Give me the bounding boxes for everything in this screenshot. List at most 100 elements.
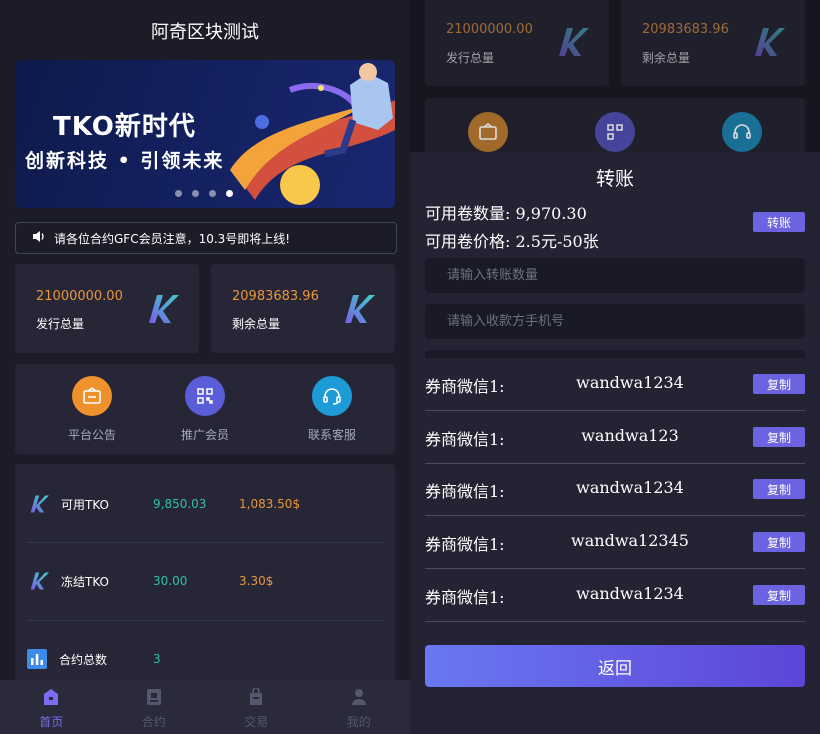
page-title: 阿奇区块测试 (151, 22, 259, 43)
copy-button[interactable]: 复制 (753, 427, 805, 447)
banner-dot[interactable] (175, 190, 182, 197)
transfer-button[interactable]: 转账 (753, 212, 805, 232)
wechat-label: 券商微信1: (425, 588, 505, 607)
price-value: 2.5元-50张 (515, 232, 599, 251)
wechat-id: wandwa123 (581, 426, 679, 445)
modal-title: 转账 (595, 168, 634, 190)
wechat-id: wandwa1234 (576, 373, 684, 392)
available-value: 9,970.30 (515, 204, 587, 223)
wechat-id: wandwa1234 (576, 584, 684, 603)
asset-amount: 30.00 (153, 574, 188, 588)
tko-logo-icon (30, 495, 49, 513)
available-price: 可用卷价格: 2.5元-50张 (425, 228, 599, 252)
wechat-row: 券商微信1: wandwa12345 复制 (425, 517, 805, 569)
tab-home[interactable]: 首页 (0, 680, 103, 734)
announcement-icon[interactable] (468, 112, 508, 152)
user-icon (351, 689, 366, 705)
copy-button[interactable]: 复制 (753, 532, 805, 552)
bar-chart-icon (27, 649, 47, 669)
stat-card-issued: 21000000.00 发行总量 (15, 264, 199, 353)
stat-label: 剩余总量 (642, 51, 691, 65)
menu-item-support[interactable]: 联系客服 (282, 376, 382, 443)
home-icon (44, 689, 59, 705)
back-button[interactable]: 返回 (425, 645, 805, 687)
asset-amount: 3 (153, 652, 161, 666)
available-quantity: 可用卷数量: 9,970.30 (425, 200, 587, 224)
recipient-phone-input[interactable] (425, 304, 805, 339)
notice-bar[interactable]: 请各位合约GFC会员注意，10.3号即将上线! (15, 222, 397, 254)
stat-card-remaining: 20983683.96 剩余总量 (211, 264, 395, 353)
banner-dot[interactable] (209, 190, 216, 197)
banner-dot[interactable] (192, 190, 199, 197)
wechat-id: wandwa1234 (576, 478, 684, 497)
tab-label: 首页 (39, 715, 64, 729)
asset-row[interactable]: 可用TKO 9,850.03 1,083.50$ (27, 484, 383, 524)
price-label: 可用卷价格: (425, 232, 511, 251)
wechat-label: 券商微信1: (425, 430, 505, 449)
quick-menu: 平台公告 推广会员 联系客服 (15, 364, 395, 454)
transfer-screen: 21000000.00 发行总量 20983683.96 剩余总量 转账 可用卷… (410, 0, 820, 734)
asset-row[interactable]: 冻结TKO 30.00 3.30$ (27, 561, 383, 601)
tab-label: 交易 (244, 715, 269, 729)
bottom-tab-bar: 首页 合约 交易 我的 (0, 680, 410, 734)
divider (27, 620, 383, 621)
asset-value: 3.30$ (239, 574, 274, 588)
menu-label: 平台公告 (67, 428, 116, 442)
wechat-row: 券商微信1: wandwa1234 复制 (425, 359, 805, 411)
home-screen: 阿奇区块测试 TKO新时代 创新科技 • 引领未来 请各位合约GFC会员注意，1… (0, 0, 410, 734)
tab-trade[interactable]: 交易 (205, 680, 308, 734)
menu-label: 联系客服 (307, 428, 356, 442)
tab-contract[interactable]: 合约 (103, 680, 206, 734)
headset-icon (312, 376, 352, 416)
tko-logo-icon (30, 572, 49, 590)
trade-icon (250, 687, 263, 705)
transfer-modal: 转账 可用卷数量: 9,970.30 可用卷价格: 2.5元-50张 转账 券商… (410, 152, 820, 734)
promo-banner[interactable]: TKO新时代 创新科技 • 引领未来 (15, 60, 395, 208)
copy-button[interactable]: 复制 (753, 585, 805, 605)
menu-label: 推广会员 (180, 428, 229, 442)
stat-value: 21000000.00 (36, 289, 123, 304)
wechat-row: 券商微信1: wandwa123 复制 (425, 412, 805, 464)
headset-icon[interactable] (722, 112, 762, 152)
stat-value: 21000000.00 (446, 22, 533, 37)
tab-profile[interactable]: 我的 (308, 680, 411, 734)
qrcode-icon (185, 376, 225, 416)
menu-item-announcement[interactable]: 平台公告 (42, 376, 142, 443)
announcement-icon (72, 376, 112, 416)
wechat-row: 券商微信1: wandwa1234 复制 (425, 570, 805, 622)
wechat-label: 券商微信1: (425, 535, 505, 554)
asset-name: 合约总数 (59, 652, 108, 667)
tko-logo-icon (149, 295, 179, 323)
copy-button[interactable]: 复制 (753, 479, 805, 499)
banner-pagination (175, 190, 233, 197)
stat-label: 剩余总量 (232, 317, 281, 331)
asset-row[interactable]: 合约总数 3 (27, 639, 383, 679)
contract-icon (146, 689, 161, 705)
transfer-amount-input[interactable] (425, 258, 805, 293)
speaker-icon (32, 230, 46, 247)
stat-label: 发行总量 (36, 317, 85, 331)
stat-label: 发行总量 (446, 51, 495, 65)
tko-logo-icon (755, 28, 785, 56)
tko-logo-icon (345, 295, 375, 323)
copy-button[interactable]: 复制 (753, 374, 805, 394)
stat-value: 20983683.96 (642, 22, 729, 37)
notice-text: 请各位合约GFC会员注意，10.3号即将上线! (54, 231, 291, 246)
available-label: 可用卷数量: (425, 204, 511, 223)
wechat-id: wandwa12345 (571, 531, 689, 550)
asset-name: 可用TKO (61, 497, 109, 512)
asset-panel: 可用TKO 9,850.03 1,083.50$ 冻结TKO 30.00 3.3… (15, 464, 395, 694)
menu-item-referral[interactable]: 推广会员 (155, 376, 255, 443)
qrcode-icon[interactable] (595, 112, 635, 152)
quick-menu (425, 98, 805, 158)
tab-label: 我的 (346, 715, 371, 729)
wechat-row: 券商微信1: wandwa1234 复制 (425, 464, 805, 516)
screen: 阿奇区块测试 TKO新时代 创新科技 • 引领未来 请各位合约GFC会员注意，1… (0, 0, 820, 734)
wechat-label: 券商微信1: (425, 377, 505, 396)
stat-value: 20983683.96 (232, 289, 319, 304)
asset-amount: 9,850.03 (153, 497, 207, 511)
stat-card-issued: 21000000.00 发行总量 (425, 0, 609, 86)
asset-name: 冻结TKO (61, 574, 109, 589)
banner-dot-active[interactable] (226, 190, 233, 197)
scroll-edge (425, 350, 805, 358)
